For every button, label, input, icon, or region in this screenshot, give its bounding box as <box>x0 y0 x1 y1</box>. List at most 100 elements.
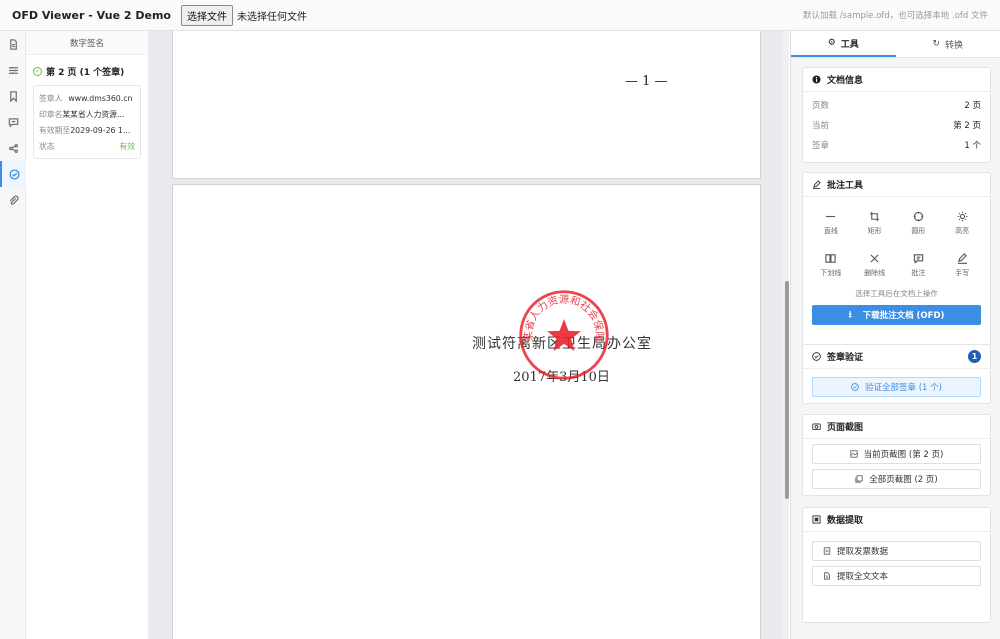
gear-icon: ⚙ <box>827 38 836 48</box>
tool-rect[interactable]: 矩形 <box>853 205 897 241</box>
signature-card[interactable]: 签章人 www.dms360.cn 印章名 某某省人力资源... 有效期至 20… <box>33 85 141 159</box>
tool-label: 批注 <box>911 268 926 277</box>
document-text-icon <box>823 572 831 580</box>
download-annotated-label: 下载批注文档 (OFD) <box>862 311 945 321</box>
info-key: 页数 <box>812 101 830 111</box>
screenshot-header: 页面截图 <box>803 415 990 439</box>
page-number: — 1 — <box>625 74 668 89</box>
status-key: 状态 <box>39 141 55 151</box>
tool-label: 圆形 <box>911 226 926 235</box>
circle-icon <box>913 211 924 221</box>
seal-row: 印章名 某某省人力资源... <box>39 106 135 122</box>
note-icon <box>913 253 924 264</box>
info-row-current: 当前 第 2 页 <box>803 115 990 135</box>
verify-header: 签章验证 1 <box>803 345 990 369</box>
download-annotated-button[interactable]: ⭳ 下载批注文档 (OFD) <box>812 305 981 325</box>
extract-invoice-label: 提取发票数据 <box>837 547 889 557</box>
info-row-signatures: 签章 1 个 <box>803 135 990 155</box>
annotation-tool-grid: 直线 矩形 圆形 高亮 下划线 删除线 批注 手写 <box>803 197 990 283</box>
extract-card: 数据提取 提取发票数据 提取全文文本 <box>802 507 991 623</box>
annotation-hint: 选择工具后在文档上操作 <box>855 289 938 298</box>
document-viewer[interactable]: — 1 — 测试符离新区卫生局办公室 2017年3月10日 某某省人力资源和社会… <box>148 31 789 639</box>
official-seal-stamp[interactable]: 某某省人力资源和社会保障厅 <box>517 288 611 382</box>
line-icon <box>826 215 836 217</box>
signer-row: 签章人 www.dms360.cn <box>39 90 135 106</box>
check-circle-icon <box>812 352 821 361</box>
info-icon <box>812 75 821 84</box>
document-page-2: 测试符离新区卫生局办公室 2017年3月10日 某某省人力资源和社会保障厅 <box>172 184 761 639</box>
camera-icon <box>812 422 821 431</box>
share-icon[interactable] <box>0 135 26 161</box>
tab-convert[interactable]: ↻ 转换 <box>896 31 1000 57</box>
valid-row: 有效期至 2029-09-26 1... <box>39 122 135 138</box>
signature-page-label: 第 2 页 (1 个签章) <box>46 68 125 78</box>
tool-note[interactable]: 批注 <box>897 247 941 283</box>
pages-icon[interactable] <box>0 31 26 57</box>
status-badge: 有效 <box>119 141 135 151</box>
signer-value: www.dms360.cn <box>68 93 133 103</box>
signature-panel: 数字签名 ✓ 第 2 页 (1 个签章) 签章人 www.dms360.cn 印… <box>26 31 148 639</box>
info-row-pages: 页数 2 页 <box>803 95 990 115</box>
valid-key: 有效期至 <box>39 125 71 135</box>
annotation-header: 批注工具 <box>803 173 990 197</box>
bookmark-icon[interactable] <box>0 83 26 109</box>
extract-invoice-button[interactable]: 提取发票数据 <box>812 541 981 561</box>
seal-value: 某某省人力资源... <box>62 109 125 119</box>
extract-fulltext-button[interactable]: 提取全文文本 <box>812 566 981 586</box>
load-hint: 默认加载 /sample.ofd，也可选择本地 .ofd 文件 <box>803 11 988 21</box>
underline-book-icon <box>825 253 837 263</box>
tool-label: 高亮 <box>955 226 970 235</box>
doc-info-card: 文档信息 页数 2 页 当前 第 2 页 签章 1 个 <box>802 67 991 163</box>
check-circle-icon <box>851 383 859 391</box>
info-key: 签章 <box>812 141 830 151</box>
tool-circle[interactable]: 圆形 <box>897 205 941 241</box>
viewer-scrollbar-thumb[interactable] <box>785 281 789 499</box>
signature-check-icon[interactable] <box>0 161 26 187</box>
refresh-icon: ↻ <box>932 39 941 49</box>
check-circle-icon: ✓ <box>33 67 42 76</box>
signer-key: 签章人 <box>39 93 63 103</box>
screenshot-title: 页面截图 <box>827 423 864 433</box>
verify-title: 签章验证 <box>827 353 864 363</box>
choose-file-button[interactable]: 选择文件 <box>180 4 233 26</box>
comment-icon[interactable] <box>0 109 26 135</box>
extract-title: 数据提取 <box>827 516 864 526</box>
doc-info-title: 文档信息 <box>827 76 864 86</box>
table-icon <box>812 515 821 524</box>
copy-pages-icon <box>855 475 863 483</box>
annotation-title: 批注工具 <box>827 181 864 191</box>
info-key: 当前 <box>812 121 830 131</box>
tool-underline[interactable]: 下划线 <box>809 247 853 283</box>
tool-highlight[interactable]: 高亮 <box>940 205 984 241</box>
panel-tabs: ⚙ 工具 ↻ 转换 <box>791 31 1000 58</box>
doc-info-header: 文档信息 <box>803 68 990 92</box>
verify-all-label: 验证全部签章 (1 个) <box>865 383 942 393</box>
highlight-sun-icon <box>957 211 967 221</box>
signature-page-group[interactable]: ✓ 第 2 页 (1 个签章) <box>26 55 148 83</box>
tab-tools-label: 工具 <box>840 39 859 50</box>
extract-fulltext-label: 提取全文文本 <box>837 572 889 582</box>
verify-all-button[interactable]: 验证全部签章 (1 个) <box>812 377 981 397</box>
extract-header: 数据提取 <box>803 508 990 532</box>
tool-label: 手写 <box>955 268 970 277</box>
tool-label: 矩形 <box>867 226 882 235</box>
pen-icon <box>812 180 821 189</box>
screenshot-all-button[interactable]: 全部页截图 (2 页) <box>812 469 981 489</box>
image-icon <box>850 450 858 458</box>
top-bar: OFD Viewer - Vue 2 Demo 选择文件 未选择任何文件 默认加… <box>0 0 1000 31</box>
file-status: 未选择任何文件 <box>236 11 307 23</box>
settings-sliders-icon[interactable] <box>0 57 26 83</box>
tab-tools[interactable]: ⚙ 工具 <box>791 31 896 57</box>
info-value: 第 2 页 <box>953 121 981 131</box>
valid-value: 2029-09-26 1... <box>70 125 131 135</box>
tab-convert-label: 转换 <box>945 40 964 51</box>
right-panel: ⚙ 工具 ↻ 转换 文档信息 页数 2 页 当前 第 2 页 签章 1 个 批注… <box>790 31 1000 639</box>
crop-rect-icon <box>870 211 880 221</box>
tool-strike[interactable]: 删除线 <box>853 247 897 283</box>
signature-panel-title: 数字签名 <box>26 31 148 55</box>
screenshot-current-button[interactable]: 当前页截图 (第 2 页) <box>812 444 981 464</box>
tool-handwrite[interactable]: 手写 <box>940 247 984 283</box>
download-icon: ⭳ <box>848 310 852 320</box>
attachment-icon[interactable] <box>0 187 26 213</box>
tool-line[interactable]: 直线 <box>809 205 853 241</box>
